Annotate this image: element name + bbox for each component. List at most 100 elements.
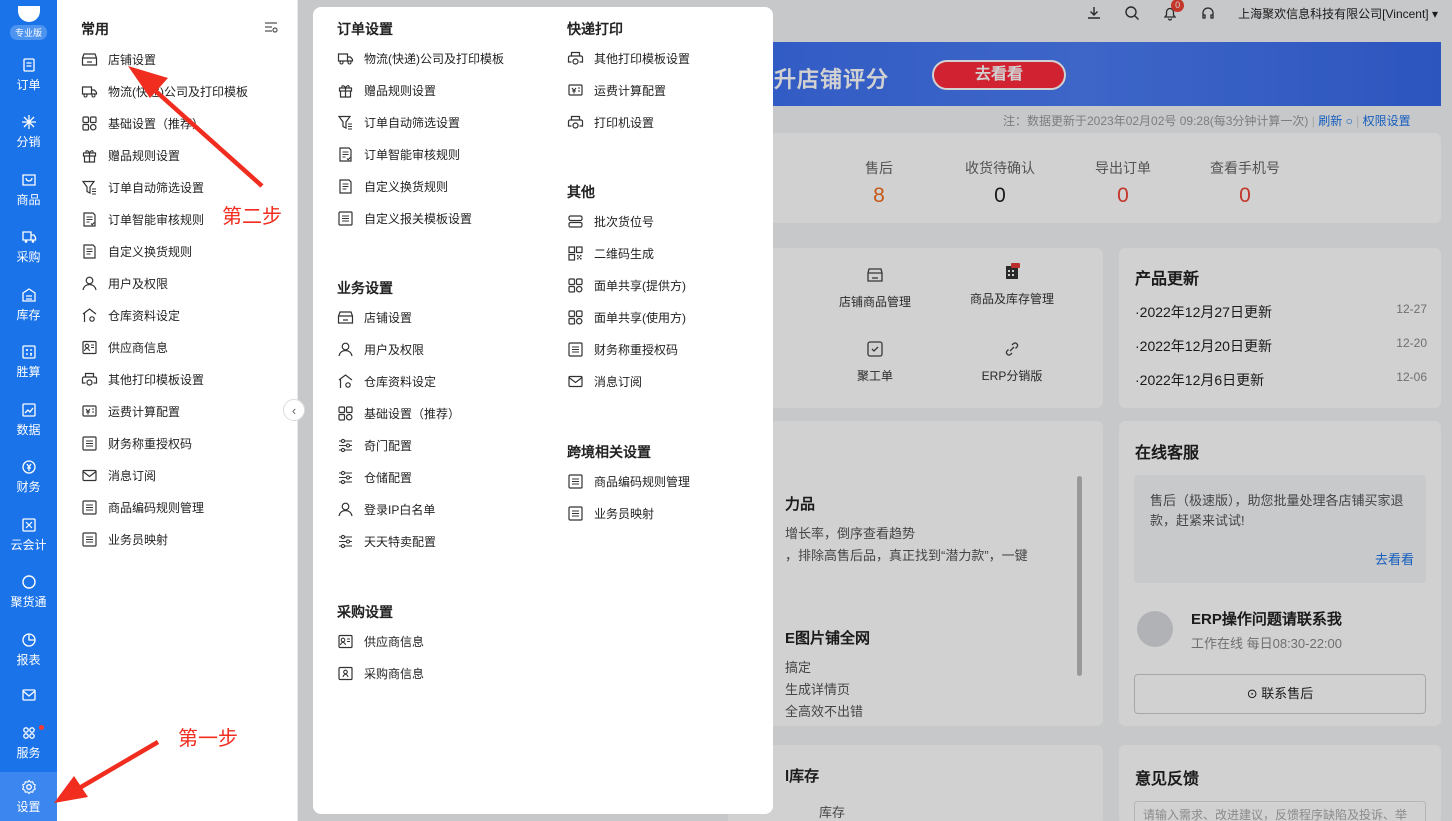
printer-icon	[81, 372, 98, 386]
section-order-item[interactable]: 自定义报关模板设置	[337, 210, 472, 227]
nav-shengsuan[interactable]: 胜算	[0, 334, 57, 392]
menu-item-label: 批次货位号	[594, 215, 655, 229]
section-express-item[interactable]: 运费计算配置	[567, 82, 666, 99]
common-item[interactable]: 供应商信息	[81, 339, 168, 356]
section-business-item[interactable]: 基础设置（推荐）	[337, 405, 460, 422]
nav-goods[interactable]: 商品	[0, 161, 57, 219]
printer-icon	[567, 115, 584, 129]
menu-item-label: 自定义换货规则	[108, 245, 193, 259]
order-icon	[22, 58, 35, 72]
sliders-icon	[339, 470, 352, 485]
store-icon	[81, 53, 98, 66]
brand-logo[interactable]: 专业版	[0, 0, 57, 46]
nav-juhuotong[interactable]: 聚货通	[0, 564, 57, 622]
doc-check-icon	[83, 212, 96, 227]
common-title: 常用	[81, 21, 109, 37]
section-order-item[interactable]: 赠品规则设置	[337, 82, 436, 99]
menu-item-label: 仓储配置	[364, 471, 413, 485]
menu-item-label: 赠品规则设置	[108, 149, 181, 163]
common-item[interactable]: 运费计算配置	[81, 403, 180, 420]
nav-inventory[interactable]: 库存	[0, 276, 57, 334]
warehouse-icon	[82, 308, 97, 322]
menu-item-label: 商品编码规则管理	[594, 475, 691, 489]
menu-item-label: 订单智能审核规则	[108, 213, 205, 227]
common-item[interactable]: 仓库资料设定	[81, 307, 180, 324]
section-business-item[interactable]: 登录IP白名单	[337, 501, 435, 518]
nav-cloud-accounting[interactable]: 云会计	[0, 506, 57, 564]
section-order-item[interactable]: 自定义换货规则	[337, 178, 448, 195]
nav-label: 云会计	[10, 537, 47, 552]
menu-item-label: 财务称重授权码	[108, 437, 193, 451]
truck-icon	[337, 53, 354, 65]
section-order-item[interactable]: 物流(快递)公司及打印模板	[337, 50, 504, 67]
section-other-item[interactable]: 面单共享(使用方)	[567, 309, 686, 326]
menu-item-label: 用户及权限	[364, 343, 425, 357]
menu-item-label: 订单智能审核规则	[364, 148, 461, 162]
menu-item-label: 自定义换货规则	[364, 180, 449, 194]
nav-report[interactable]: 报表	[0, 621, 57, 679]
nav-orders[interactable]: 订单	[0, 46, 57, 104]
settings-panel: 订单设置 物流(快递)公司及打印模板 赠品规则设置 订单自动筛选设置 订单智能审核规则自…	[313, 7, 773, 814]
common-item[interactable]: 自定义换货规则	[81, 243, 192, 260]
common-item[interactable]: 基础设置（推荐）	[81, 115, 204, 132]
buyer-icon	[338, 666, 353, 681]
grid-icon	[338, 406, 353, 421]
menu-item-label: 店铺设置	[108, 53, 157, 67]
nav-settings[interactable]: 设置	[0, 772, 57, 821]
common-item[interactable]: 订单智能审核规则	[81, 211, 204, 228]
section-business-item[interactable]: 仓库资料设定	[337, 373, 436, 390]
section-express-item[interactable]: 其他打印模板设置	[567, 50, 690, 67]
customize-list-icon[interactable]	[264, 20, 278, 34]
section-other-item[interactable]: 消息订阅	[567, 373, 642, 390]
accounting-icon	[21, 518, 36, 532]
service-alert-dot	[39, 724, 44, 730]
list-icon	[82, 500, 97, 515]
common-item[interactable]: 财务称重授权码	[81, 435, 192, 452]
section-other-item[interactable]: 二维码生成	[567, 245, 654, 262]
common-item[interactable]: 店铺设置	[81, 51, 156, 68]
common-item[interactable]: 订单自动筛选设置	[81, 179, 204, 196]
gift-icon	[82, 150, 97, 163]
nav-distribution[interactable]: 分销	[0, 104, 57, 162]
section-purchase-item[interactable]: 采购商信息	[337, 665, 424, 682]
section-business-item[interactable]: 仓储配置	[337, 469, 412, 486]
common-item[interactable]: 其他打印模板设置	[81, 371, 204, 388]
section-business-item[interactable]: 奇门配置	[337, 437, 412, 454]
section-business-item[interactable]: 店铺设置	[337, 309, 412, 326]
section-other-item[interactable]: 面单共享(提供方)	[567, 277, 686, 294]
section-business-item[interactable]: 天天特卖配置	[337, 533, 436, 550]
menu-item-label: 业务员映射	[594, 507, 655, 521]
common-item[interactable]: 消息订阅	[81, 467, 156, 484]
section-title-other: 其他	[567, 184, 595, 200]
nav-finance[interactable]: 财务	[0, 449, 57, 507]
section-express-item[interactable]: 打印机设置	[567, 114, 654, 131]
common-item[interactable]: 用户及权限	[81, 275, 168, 292]
common-item[interactable]: 物流(快递)公司及打印模板	[81, 83, 248, 100]
section-other-item[interactable]: 批次货位号	[567, 213, 654, 230]
collapse-panel-button[interactable]: ‹	[283, 399, 305, 421]
common-item[interactable]: 业务员映射	[81, 531, 168, 548]
section-crossborder-item[interactable]: 商品编码规则管理	[567, 473, 690, 490]
section-purchase-item[interactable]: 供应商信息	[337, 633, 424, 650]
common-item[interactable]: 赠品规则设置	[81, 147, 180, 164]
service-icon	[22, 727, 35, 740]
freight-icon	[568, 84, 583, 96]
list-icon	[568, 342, 583, 357]
nav-label: 订单	[16, 77, 41, 92]
nav-message[interactable]	[0, 679, 57, 715]
section-other-item[interactable]: 财务称重授权码	[567, 341, 678, 358]
section-title-express: 快递打印	[567, 21, 623, 37]
section-order-item[interactable]: 订单智能审核规则	[337, 146, 460, 163]
section-business-item[interactable]: 用户及权限	[337, 341, 424, 358]
nav-label: 报表	[16, 652, 41, 667]
menu-item-label: 财务称重授权码	[594, 343, 679, 357]
nav-service[interactable]: 服务	[0, 715, 57, 773]
doc-icon	[83, 244, 96, 259]
common-item[interactable]: 商品编码规则管理	[81, 499, 204, 516]
section-crossborder-item[interactable]: 业务员映射	[567, 505, 654, 522]
section-order-item[interactable]: 订单自动筛选设置	[337, 114, 460, 131]
menu-item-label: 用户及权限	[108, 277, 169, 291]
nav-data[interactable]: 数据	[0, 391, 57, 449]
nav-purchase[interactable]: 采购	[0, 219, 57, 277]
menu-item-label: 店铺设置	[364, 311, 413, 325]
